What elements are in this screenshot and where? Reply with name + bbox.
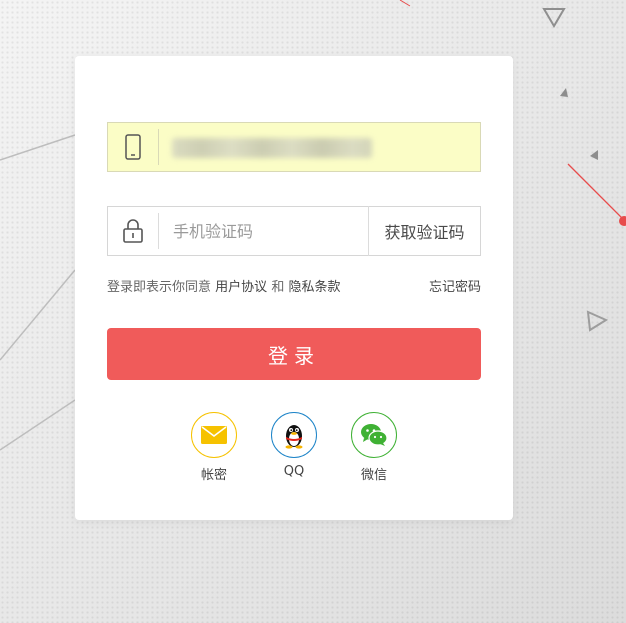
social-item-account[interactable]: 帐密 <box>189 412 239 483</box>
user-agreement-link[interactable]: 用户协议 <box>215 280 267 295</box>
forgot-password-link[interactable]: 忘记密码 <box>429 276 481 295</box>
qq-login-circle[interactable] <box>271 412 317 458</box>
login-button[interactable]: 登录 <box>107 328 481 380</box>
lock-icon <box>123 219 143 243</box>
qq-login-label: QQ <box>283 464 305 479</box>
qq-penguin-icon <box>285 425 303 449</box>
get-code-button[interactable]: 获取验证码 <box>368 206 480 256</box>
privacy-link[interactable]: 隐私条款 <box>288 280 340 295</box>
agreement-and: 和 <box>271 280 285 295</box>
agreement-prefix: 登录即表示你同意 <box>107 280 212 295</box>
verification-code-field[interactable]: 获取验证码 <box>107 206 481 256</box>
phone-icon-box <box>108 129 159 165</box>
envelope-icon <box>201 426 227 444</box>
social-item-qq[interactable]: QQ <box>269 412 319 483</box>
wechat-login-circle[interactable] <box>351 412 397 458</box>
account-login-label: 帐密 <box>200 468 227 483</box>
lock-icon-box <box>108 213 159 249</box>
agreement-row: 登录即表示你同意 用户协议 和 隐私条款 忘记密码 <box>107 276 481 295</box>
blurred-phone-number <box>172 138 372 158</box>
verification-code-input[interactable] <box>159 207 368 255</box>
login-card: 获取验证码 登录即表示你同意 用户协议 和 隐私条款 忘记密码 登录 帐密 <box>75 56 513 520</box>
social-item-wechat[interactable]: 微信 <box>349 412 399 483</box>
account-login-circle[interactable] <box>191 412 237 458</box>
wechat-login-label: 微信 <box>360 468 387 483</box>
phone-field[interactable] <box>107 122 481 172</box>
social-login-row: 帐密 QQ 微信 <box>75 412 513 483</box>
agreement-text: 登录即表示你同意 用户协议 和 隐私条款 <box>107 276 340 295</box>
phone-icon <box>125 134 141 160</box>
wechat-icon <box>361 424 388 446</box>
